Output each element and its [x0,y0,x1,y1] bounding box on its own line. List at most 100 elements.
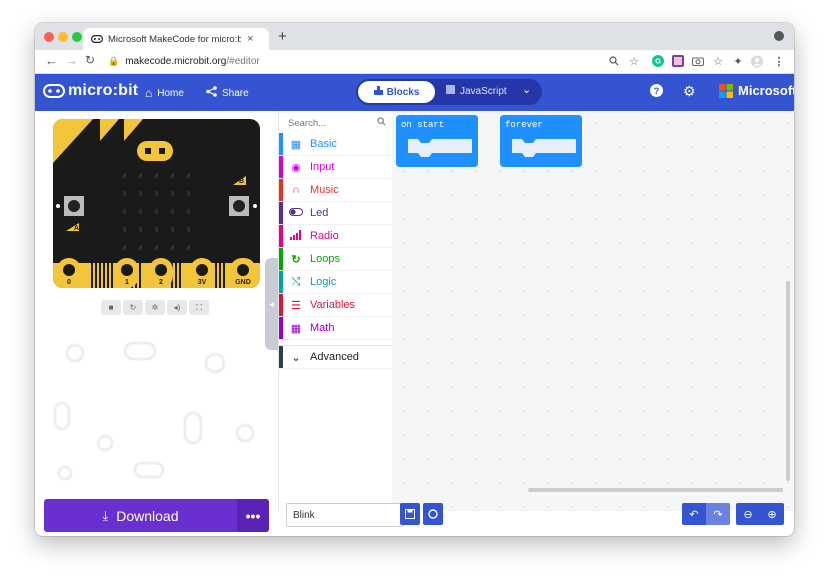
download-button[interactable]: ⤓ Download [44,508,237,524]
blocks-label: Blocks [386,86,420,98]
home-label: Home [157,87,184,99]
search-icon[interactable] [608,55,620,67]
back-icon[interactable]: ← [45,53,58,68]
snail-icon: ✲ [151,303,159,312]
home-icon: ⌂ [145,86,153,100]
toolbox-category-music[interactable]: ∩ Music [279,179,392,202]
category-label: Loops [310,253,340,265]
forward-icon[interactable]: → [65,53,78,68]
microbit-logo[interactable]: micro:bit [43,82,138,100]
on-start-block[interactable]: on start [396,115,478,167]
restart-icon: ↻ [129,303,137,312]
extension-icon[interactable] [672,55,684,67]
button-b-label: B [239,178,244,185]
blocks-tab[interactable]: Blocks [358,81,435,103]
toolbox: Search... ▦ Basic ◉ Input ∩ Music Led Ra… [278,111,392,511]
download-more-button[interactable]: ••• [237,499,269,532]
redo-button[interactable]: ↷ [706,503,730,525]
stop-simulator-button[interactable]: ■ [101,300,121,315]
grammarly-extension-icon[interactable]: G [652,55,664,67]
profile-avatar-icon[interactable] [751,55,763,67]
url-host: makecode.microbit.org [125,56,227,67]
toolbox-category-basic[interactable]: ▦ Basic [279,133,392,156]
toolbox-category-logic[interactable]: ⤭ Logic [279,271,392,294]
fullscreen-icon: ⛶ [196,302,202,312]
help-button[interactable]: ? [650,84,663,97]
toolbox-category-radio[interactable]: Radio [279,225,392,248]
toolbox-category-led[interactable]: Led [279,202,392,225]
github-button[interactable] [423,503,443,525]
workspace-vertical-scrollbar[interactable] [786,281,790,481]
button-a[interactable] [64,196,84,216]
search-placeholder: Search... [288,117,327,129]
screenshot-button[interactable]: ⛶ [189,300,209,315]
download-label: Download [116,507,179,524]
share-button[interactable]: Share [206,86,249,100]
save-button[interactable] [400,503,420,525]
maximize-window-button[interactable] [72,32,82,42]
javascript-label: JavaScript [460,85,507,97]
browser-tab[interactable]: Microsoft MakeCode for micro:bit × [83,28,269,50]
button-a-label: A [74,225,79,232]
zoom-out-button[interactable]: ⊖ [736,503,760,525]
settings-button[interactable]: ⚙ [683,83,696,100]
simulator-collapse-handle[interactable]: ◂ [265,258,278,350]
workspace-horizontal-scrollbar[interactable] [528,488,783,492]
github-icon [428,509,438,519]
blocks-workspace[interactable]: on start forever [392,111,794,511]
button-b[interactable] [229,196,249,216]
grid-icon: ▦ [290,138,302,151]
undo-button[interactable]: ↶ [682,503,706,525]
slow-mo-button[interactable]: ✲ [145,300,165,315]
browser-menu-icon[interactable]: ⋮ [773,55,785,68]
tab-title: Microsoft MakeCode for micro:bit [108,33,241,45]
svg-text:?: ? [654,86,660,97]
speaker-icon: ◂) [173,303,181,312]
microsoft-label: Microsoft [738,83,794,98]
pin-2-label: 2 [159,279,163,286]
star-icon[interactable]: ☆ [628,55,640,68]
camera-extension-icon[interactable] [692,55,704,67]
toolbox-category-input[interactable]: ◉ Input [279,156,392,179]
chevron-down-icon[interactable]: ⌄ [522,83,531,96]
toolbox-category-advanced[interactable]: ⌄ Advanced [279,345,392,369]
category-label: Math [310,322,335,334]
microbit-favicon-icon [91,35,103,43]
save-icon [405,509,415,519]
calculator-icon: ▦ [290,322,302,335]
javascript-icon [446,85,455,97]
toolbox-search-input[interactable]: Search... [288,115,386,131]
url-field[interactable]: 🔒 makecode.microbit.org/#editor [108,56,260,67]
forever-block[interactable]: forever [500,115,582,167]
mute-button[interactable]: ◂) [167,300,187,315]
blocks-icon [373,86,383,98]
pin-3v-label: 3V [198,279,207,286]
project-name-input[interactable]: Blink [286,503,404,527]
toolbox-category-math[interactable]: ▦ Math [279,317,392,340]
lock-icon: 🔒 [108,56,120,66]
extensions-puzzle-icon[interactable]: ✦ [732,55,744,68]
editor-footer: Blink ↶ ↷ ⊖ ⊕ [278,503,794,536]
minimize-window-button[interactable] [58,32,68,42]
javascript-tab[interactable]: JavaScript [446,85,507,97]
toolbox-category-variables[interactable]: ☰ Variables [279,294,392,317]
microsoft-logo[interactable]: Microsoft [719,83,794,98]
simulator-panel: 0 1 2 3V GND A B ■ ↻ ✲ ◂) ⛶ ⤓ Download •… [35,111,278,536]
reload-icon[interactable]: ↻ [85,53,95,67]
refresh-icon: ↻ [291,253,301,266]
zoom-in-button[interactable]: ⊕ [760,503,784,525]
home-button[interactable]: ⌂ Home [145,86,184,100]
bookmark-star-icon[interactable]: ☆ [712,55,724,68]
category-label: Music [310,184,339,196]
logo-text: micro:bit [68,82,139,99]
toolbox-category-loops[interactable]: ↻ Loops [279,248,392,271]
new-tab-button[interactable]: + [278,28,287,45]
target-icon: ◉ [291,161,301,174]
help-icon: ? [650,84,663,97]
block-label: on start [401,120,445,130]
restart-simulator-button[interactable]: ↻ [123,300,143,315]
close-window-button[interactable] [44,32,54,42]
tab-close-icon[interactable]: × [247,33,253,45]
download-bar: ⤓ Download ••• [44,499,269,532]
window-menu-icon[interactable] [774,31,784,41]
